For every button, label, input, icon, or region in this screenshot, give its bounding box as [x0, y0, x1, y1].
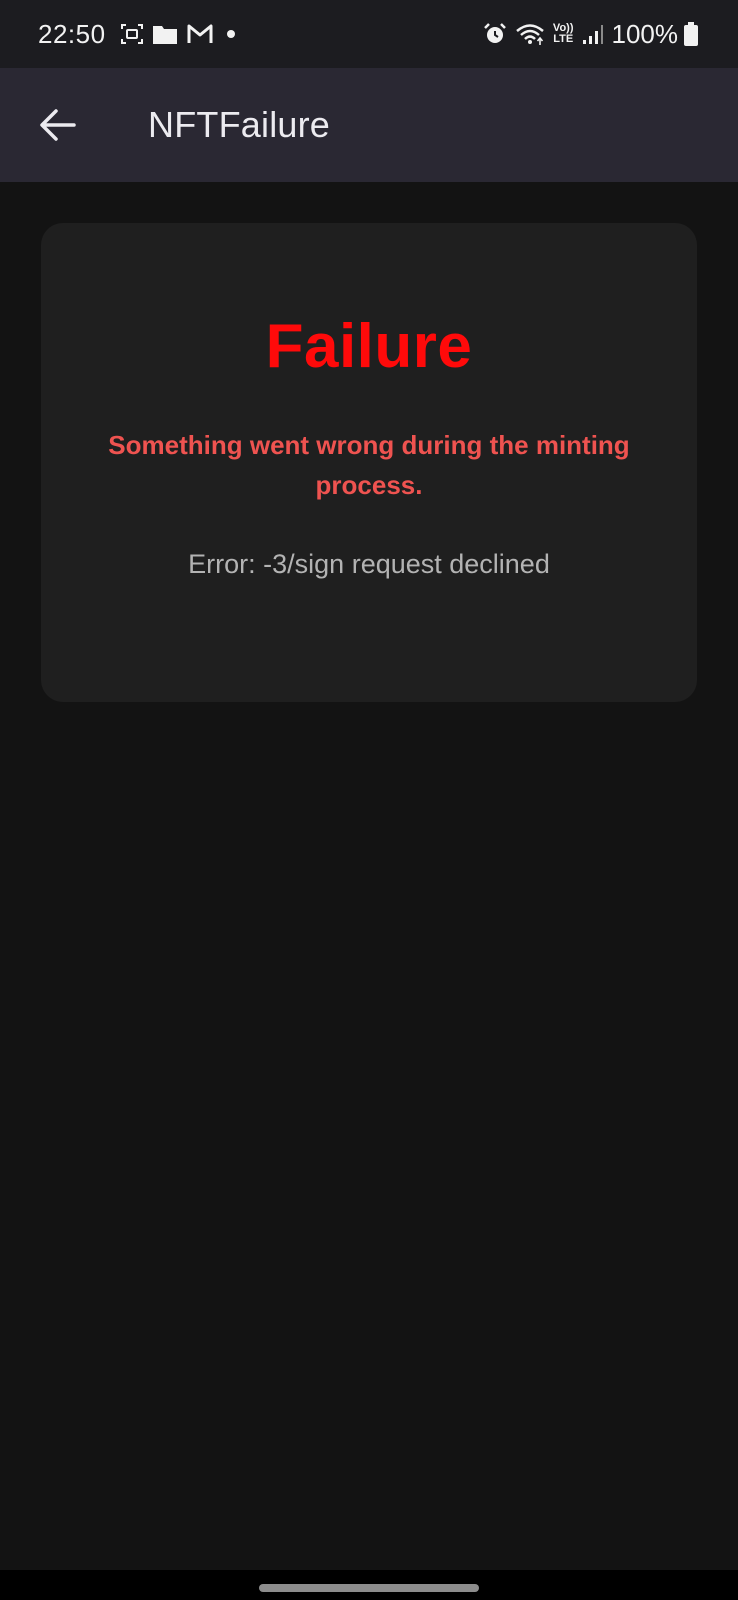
screenshot-icon [120, 23, 144, 45]
failure-title: Failure [265, 312, 473, 381]
status-left-group: 22:50 [38, 19, 248, 50]
battery-percent: 100% [611, 18, 679, 49]
status-time: 22:50 [38, 18, 106, 49]
arrow-back-icon [40, 109, 76, 141]
back-button[interactable] [26, 93, 90, 157]
volte-label-bottom: LTE [553, 33, 574, 45]
battery-icon [684, 22, 698, 46]
dot-icon [222, 23, 240, 45]
home-indicator[interactable] [259, 1584, 479, 1592]
gmail-icon [186, 23, 214, 45]
volte-icon: Vo)) LTE [553, 23, 574, 45]
wifi-icon [515, 22, 545, 46]
status-right-group: Vo)) LTE 100% [483, 19, 698, 50]
system-nav-bar [0, 1570, 738, 1600]
status-bar: 22:50 Vo)) LTE 100% [0, 0, 738, 68]
failure-message: Something went wrong during the minting … [108, 430, 630, 500]
app-bar: NFTFailure [0, 68, 738, 182]
alarm-icon [483, 22, 507, 46]
error-detail: Error: -3/sign request declined [188, 549, 550, 579]
signal-icon [582, 23, 604, 45]
folder-icon [152, 23, 178, 45]
failure-card: Failure Something went wrong during the … [41, 223, 697, 702]
page-title: NFTFailure [148, 104, 331, 145]
